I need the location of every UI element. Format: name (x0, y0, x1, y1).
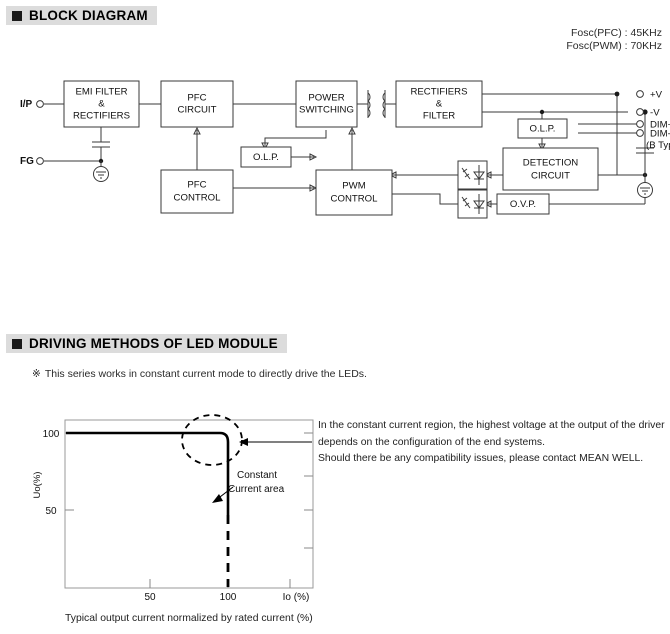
block-power-switching: POWER SWITCHING (295, 80, 358, 128)
block-label-line: CIRCUIT (178, 105, 217, 116)
optocoupler-icon-2 (457, 189, 488, 219)
output-type-note: (B Type) (646, 140, 670, 151)
block-label-line: RECTIFIERS (73, 111, 130, 122)
optocoupler-icon-1 (457, 160, 488, 190)
chart-callout-arrow-knee (239, 438, 248, 446)
description-line: In the constant current region, the high… (318, 420, 665, 431)
chart-xaxis-title: Io (%) (283, 592, 310, 603)
chart-ytick-label-50: 50 (45, 506, 57, 517)
chart-xtick-label-100: 100 (220, 592, 237, 603)
output-terminal-dim-positive (636, 120, 644, 128)
block-pfc-circuit: PFC CIRCUIT (160, 80, 234, 128)
block-label-line: FILTER (423, 111, 455, 122)
block-label-line: O.L.P. (530, 124, 556, 135)
chart-annotation-line2: Current area (228, 484, 285, 495)
bullet-square-icon (12, 338, 22, 349)
wire-opto2-to-pwm (392, 193, 458, 205)
chart-annotation-line1: Constant (237, 470, 277, 481)
block-detection-circuit: DETECTION CIRCUIT (502, 147, 599, 191)
transformer-icon (357, 90, 396, 118)
input-terminal-dot (36, 100, 44, 108)
note-text: This series works in constant current mo… (44, 368, 367, 380)
chart-caption: Typical output current normalized by rat… (65, 613, 313, 624)
block-label-line: EMI FILTER (75, 87, 127, 98)
earth-ground-icon-primary (93, 161, 109, 182)
block-diagram: I/P FG EMI FILTER & RECTIFIERS PFC CIRCU… (20, 80, 670, 219)
block-label-line: CIRCUIT (531, 171, 570, 182)
section-header-driving-methods: DRIVING METHODS OF LED MODULE (6, 334, 287, 353)
block-label-line: O.L.P. (253, 152, 279, 163)
block-label-line: PFC (187, 180, 206, 191)
output-terminal-dim-negative-label: DIM- (650, 129, 670, 140)
fosc-pfc-value: Fosc(PFC) : 45KHz (570, 27, 662, 39)
block-label-line: & (98, 99, 105, 110)
section-title: BLOCK DIAGRAM (29, 8, 148, 23)
chart-yaxis-title: Uo(%) (32, 472, 43, 499)
output-terminal-negative (636, 108, 644, 116)
block-label-line: PFC (187, 93, 206, 104)
fosc-pwm-value: Fosc(PWM) : 70KHz (566, 40, 662, 52)
chart-xtick-label-50: 50 (144, 592, 156, 603)
section-header-block-diagram: BLOCK DIAGRAM (6, 6, 157, 25)
block-olp-primary: O.L.P. (240, 146, 292, 168)
bullet-square-icon (12, 10, 22, 21)
block-pwm-control: PWM CONTROL (315, 169, 393, 216)
block-label-line: O.V.P. (510, 199, 536, 210)
block-olp-secondary: O.L.P. (517, 118, 568, 139)
block-label-line: SWITCHING (299, 105, 354, 116)
description-line: Should there be any compatibility issues… (318, 453, 644, 464)
section-title: DRIVING METHODS OF LED MODULE (29, 336, 278, 351)
frame-ground-terminal-dot (36, 157, 44, 165)
chart-knee-highlight-ellipse (181, 414, 243, 466)
chart-ytick-label-100: 100 (43, 429, 60, 440)
description-line: depends on the configuration of the end … (318, 436, 546, 448)
driving-methods-note: ※ This series works in constant current m… (32, 368, 367, 380)
block-emi-filter-rectifiers: EMI FILTER & RECTIFIERS (63, 80, 140, 128)
block-label-line: POWER (308, 93, 344, 104)
fosc-values: Fosc(PFC) : 45KHz Fosc(PWM) : 70KHz (566, 27, 662, 53)
block-ovp: O.V.P. (496, 193, 550, 215)
frame-ground-terminal-label: FG (20, 156, 34, 167)
block-label-line: RECTIFIERS (410, 87, 467, 98)
input-terminal-label: I/P (20, 99, 33, 110)
output-terminal-dim-negative (636, 129, 644, 137)
chart-plot-frame (64, 419, 314, 589)
junction-dot-positive (614, 91, 620, 97)
block-label-line: PWM (342, 181, 365, 192)
output-terminal-negative-label: -V (650, 108, 660, 119)
block-rectifiers-filter: RECTIFIERS & FILTER (395, 80, 483, 128)
block-label-line: & (436, 99, 443, 110)
wire-power-switching-to-olp (264, 130, 327, 147)
output-terminal-positive (636, 90, 644, 98)
output-terminal-positive-label: +V (650, 90, 663, 101)
chart-curve-constant-voltage (66, 431, 230, 515)
block-label-line: CONTROL (331, 194, 379, 205)
driving-methods-description: In the constant current region, the high… (318, 418, 666, 468)
junction-dot-negrail-olp (539, 109, 545, 115)
block-pfc-control: PFC CONTROL (160, 169, 234, 214)
note-symbol-icon: ※ (32, 368, 41, 380)
block-label-line: CONTROL (174, 193, 222, 204)
block-label-line: DETECTION (523, 158, 579, 169)
